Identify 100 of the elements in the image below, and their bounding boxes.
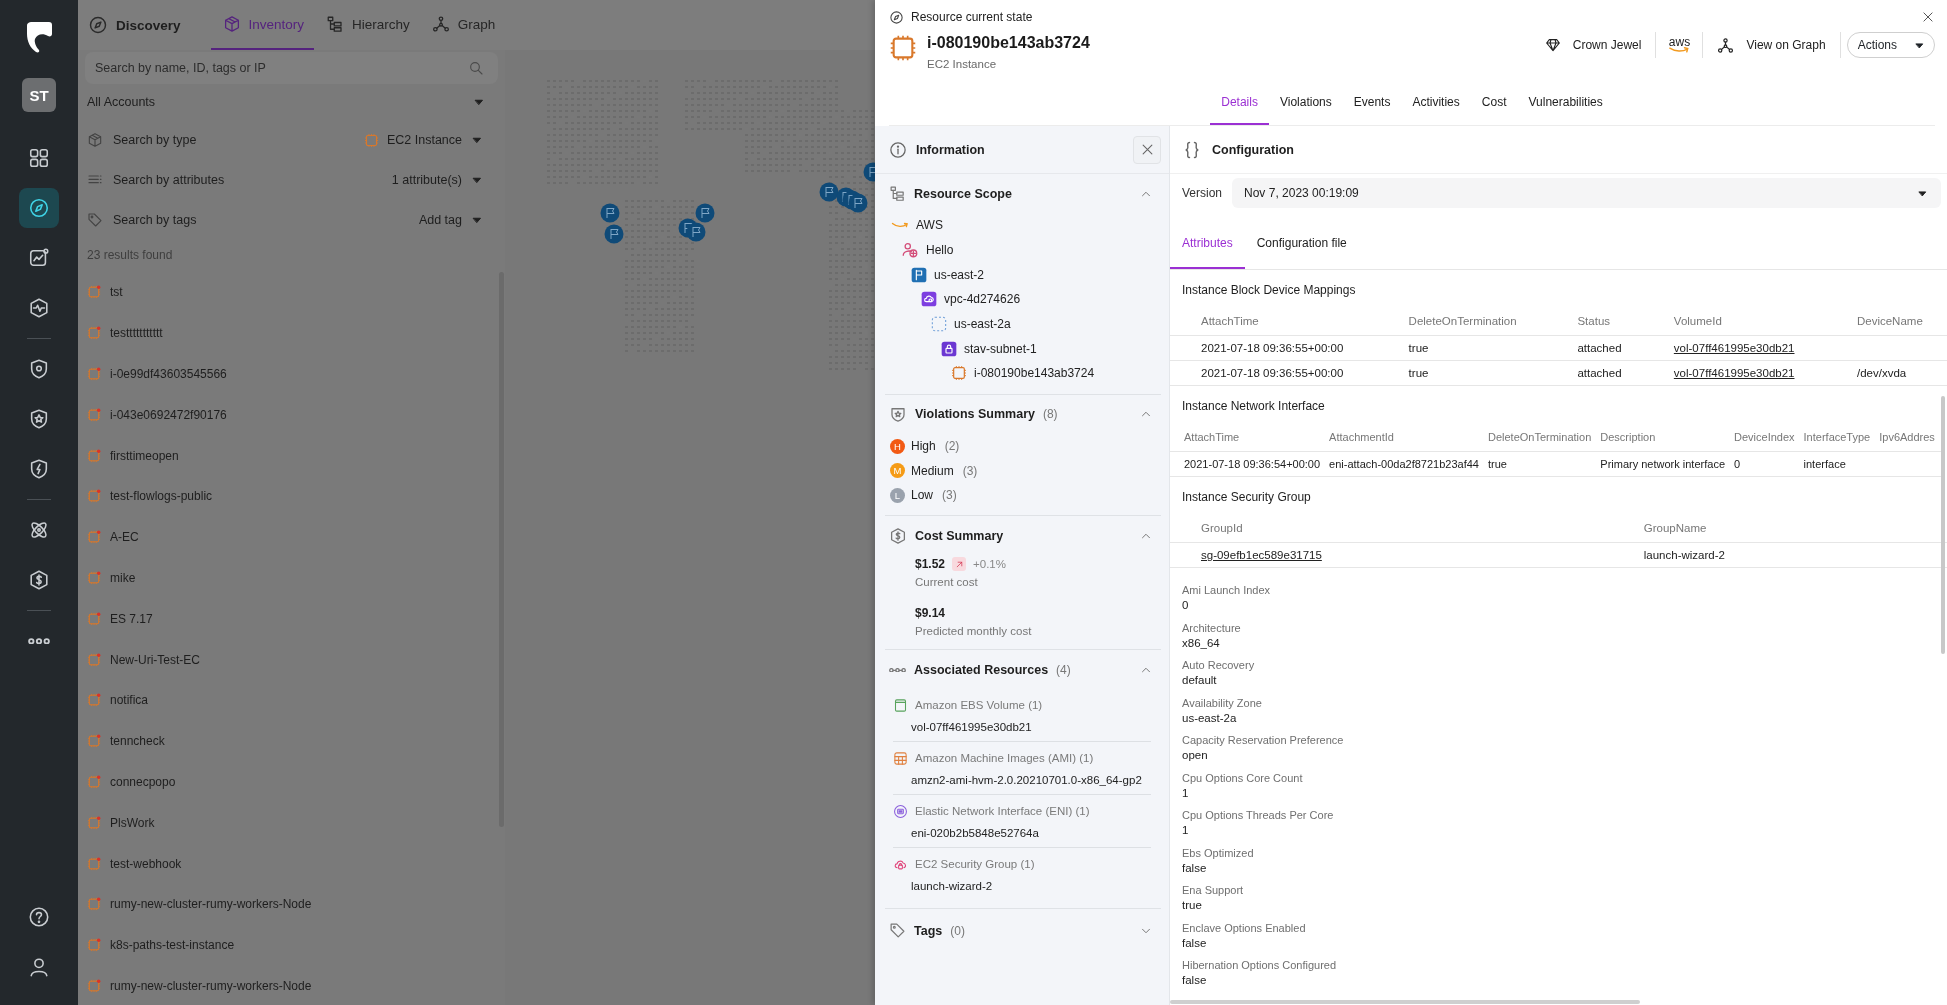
filter-dropdown[interactable]: 1 attribute(s) bbox=[391, 173, 496, 187]
detail-tab[interactable]: Vulnerabilities bbox=[1517, 84, 1614, 125]
resource-list-item[interactable]: tst bbox=[85, 272, 498, 313]
chip-icon bbox=[87, 652, 101, 667]
grid-icon bbox=[28, 147, 50, 169]
column-header: GroupId bbox=[1170, 516, 1613, 543]
detail-tab[interactable]: Activities bbox=[1401, 84, 1471, 125]
section-header[interactable]: Associated Resources (4) bbox=[885, 650, 1161, 690]
table-title: Instance Block Device Mappings bbox=[1181, 282, 1357, 299]
table-cell: 2021-07-18 09:36:54+00:00 bbox=[1170, 451, 1330, 477]
nav-tab[interactable]: Graph bbox=[419, 0, 506, 50]
attribute-label: Capacity Reservation Preference bbox=[1182, 734, 1345, 746]
compass-icon bbox=[88, 15, 108, 35]
attribute-label: Cpu Options Threads Per Core bbox=[1182, 809, 1335, 821]
column-header: DeleteOnTermination bbox=[1487, 425, 1601, 452]
section-header[interactable]: Cost Summary bbox=[885, 516, 1161, 556]
section-header[interactable]: Violations Summary (8) bbox=[885, 394, 1161, 434]
resource-list-item[interactable]: tenncheck bbox=[85, 720, 498, 762]
scope-item: stav-subnet-1 bbox=[964, 341, 1037, 356]
attribute-value: false bbox=[1182, 974, 1208, 986]
link[interactable]: sg-09efb1ec589e31715 bbox=[1201, 549, 1322, 561]
detail-tab[interactable]: Violations bbox=[1268, 84, 1343, 125]
sidebar-button[interactable] bbox=[19, 188, 59, 228]
user-icon bbox=[28, 956, 50, 978]
resource-list-item[interactable]: k8s-paths-test-instance bbox=[85, 924, 498, 966]
filter-dropdown[interactable]: Add tag bbox=[418, 213, 496, 227]
attribute-value: open bbox=[1182, 749, 1209, 761]
predicted-cost: $9.14 bbox=[915, 606, 946, 621]
column-header: DeviceIndex bbox=[1734, 425, 1804, 452]
view-on-graph-button[interactable]: View on Graph bbox=[1703, 33, 1840, 57]
search-field[interactable]: Search by name, ID, tags or IP bbox=[85, 52, 498, 84]
resource-list-item[interactable]: i-0e99df43603545566 bbox=[85, 353, 498, 395]
resource-list-item[interactable]: connecpopo bbox=[85, 761, 498, 803]
close-button[interactable] bbox=[1133, 135, 1161, 164]
chip-icon bbox=[87, 489, 101, 504]
resource-list-item[interactable]: rumy-new-cluster-rumy-workers-Node bbox=[85, 883, 498, 925]
attribute-label: Auto Recovery bbox=[1182, 659, 1256, 671]
chip-icon bbox=[87, 407, 101, 422]
config-tab[interactable]: Configuration file bbox=[1244, 220, 1359, 269]
resource-list-item[interactable]: PlsWork bbox=[85, 802, 498, 844]
chip-icon bbox=[87, 897, 101, 912]
chip-icon bbox=[87, 734, 101, 749]
column-header: InterfaceType bbox=[1803, 425, 1880, 452]
resource-list-item[interactable]: New-Uri-Test-EC bbox=[85, 639, 498, 680]
chip-icon bbox=[87, 367, 101, 381]
dollar-icon bbox=[28, 569, 50, 591]
severity-label: Medium bbox=[911, 463, 954, 478]
severity-label: High bbox=[911, 439, 936, 454]
resource-name: amzn2-ami-hvm-2.0.20210701.0-x86_64-gp2 bbox=[910, 773, 1143, 787]
resource-name: eni-020b2b5848e52764a bbox=[910, 826, 1040, 840]
chip-icon bbox=[87, 978, 101, 993]
version-dropdown[interactable]: Nov 7, 2023 00:19:09 bbox=[1232, 178, 1941, 208]
detail-tab[interactable]: Cost bbox=[1470, 84, 1518, 125]
nav-tab[interactable]: Hierarchy bbox=[314, 0, 420, 50]
section-header[interactable]: Resource Scope bbox=[885, 174, 1161, 213]
resource-list-item[interactable]: test-webhook bbox=[85, 843, 498, 884]
config-tab[interactable]: Attributes bbox=[1170, 220, 1245, 269]
resource-list-item[interactable]: testtttttttttt bbox=[85, 312, 498, 354]
chip-icon bbox=[87, 938, 101, 953]
resource-type: Amazon EBS Volume (1) bbox=[915, 699, 1043, 712]
detail-tab[interactable]: Details bbox=[1210, 84, 1269, 125]
cost-change: +0.1% bbox=[973, 558, 1006, 571]
crown-jewel-button[interactable]: Crown Jewel bbox=[1530, 33, 1656, 57]
resource-list-item[interactable]: A-EC bbox=[85, 516, 498, 558]
filter-label: Search by tags bbox=[113, 213, 198, 227]
attribute-value: 1 bbox=[1182, 824, 1190, 836]
scope-item: AWS bbox=[916, 218, 943, 233]
chip-icon bbox=[951, 365, 967, 382]
column-header: DeleteOnTermination bbox=[1377, 309, 1547, 336]
scrollbar-thumb[interactable] bbox=[1170, 1000, 1640, 1004]
scrollbar-thumb[interactable] bbox=[1941, 396, 1945, 654]
attribute-value: false bbox=[1182, 936, 1208, 949]
scope-item: us-east-2a bbox=[954, 317, 1011, 332]
resource-list-item[interactable]: test-flowlogs-public bbox=[85, 476, 498, 517]
resource-list-item[interactable]: i-043e0692472f90176 bbox=[85, 394, 498, 436]
section-header[interactable]: Tags (0) bbox=[885, 911, 1161, 951]
link[interactable]: vol-07ff461995e30db21 bbox=[1673, 342, 1795, 354]
dollar-icon bbox=[889, 526, 907, 545]
chip-icon bbox=[87, 285, 101, 300]
resource-list-item[interactable]: firsttimeopen bbox=[85, 435, 498, 476]
severity-count: (3) bbox=[942, 488, 957, 503]
resource-list-item[interactable]: rumy-new-cluster-rumy-workers-Node bbox=[85, 965, 498, 1005]
chip-icon bbox=[363, 132, 379, 148]
flag-icon bbox=[911, 266, 927, 283]
account-dropdown[interactable]: All Accounts bbox=[85, 84, 498, 120]
detail-tab[interactable]: Events bbox=[1342, 84, 1402, 125]
user-avatar[interactable]: ST bbox=[22, 78, 56, 112]
resource-list-item[interactable]: ES 7.17 bbox=[85, 598, 498, 640]
filter-dropdown[interactable]: EC2 Instance bbox=[363, 132, 496, 148]
column-header: AttachTime bbox=[1170, 309, 1378, 336]
table-cell: true bbox=[1377, 335, 1547, 361]
column-header: AttachmentId bbox=[1329, 425, 1488, 452]
resource-list-item[interactable]: notifica bbox=[85, 679, 498, 721]
link[interactable]: vol-07ff461995e30db21 bbox=[1673, 367, 1795, 379]
hierarchy-icon bbox=[326, 15, 345, 33]
close-button[interactable] bbox=[1921, 10, 1935, 24]
tag-icon bbox=[87, 212, 103, 228]
filter-label: Search by attributes bbox=[113, 173, 226, 187]
chip-icon bbox=[87, 570, 101, 585]
resource-list-item[interactable]: mike bbox=[85, 557, 498, 599]
